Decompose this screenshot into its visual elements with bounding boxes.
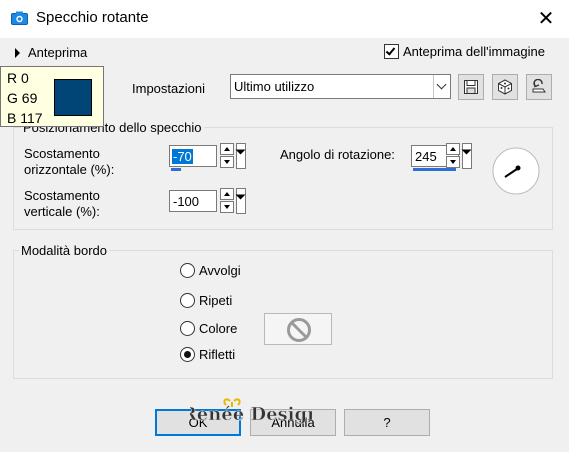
disabled-icon bbox=[287, 318, 311, 342]
red-value: R 0 bbox=[7, 70, 29, 86]
camera-icon bbox=[11, 11, 28, 25]
reset-button[interactable] bbox=[526, 74, 552, 100]
decrement-button[interactable] bbox=[220, 201, 234, 213]
preset-value: Ultimo utilizzo bbox=[234, 79, 315, 94]
radio-label-color: Colore bbox=[199, 321, 238, 336]
v-offset-slider-button[interactable] bbox=[235, 188, 246, 214]
increment-button[interactable] bbox=[220, 188, 234, 200]
image-preview-checkbox[interactable]: Anteprima dell'immagine bbox=[384, 43, 564, 61]
expand-arrow-icon bbox=[15, 48, 20, 58]
radio-repeat[interactable]: Ripeti bbox=[180, 292, 260, 310]
save-icon bbox=[464, 80, 478, 94]
radio-wrap[interactable]: Avvolgi bbox=[180, 262, 260, 280]
radio-label-reflect: Rifletti bbox=[199, 347, 236, 362]
checkmark-icon bbox=[385, 45, 396, 56]
h-offset-slider-button[interactable] bbox=[235, 143, 246, 169]
watermark-text: Renée Design bbox=[190, 404, 312, 425]
radio-button[interactable] bbox=[180, 293, 195, 308]
v-offset-label-line2: verticale (%): bbox=[24, 204, 100, 219]
settings-label: Impostazioni bbox=[132, 81, 205, 96]
preset-select[interactable]: Ultimo utilizzo bbox=[230, 74, 451, 99]
rotation-slider-button[interactable] bbox=[461, 143, 472, 169]
title-bar: Specchio rotante ✕ bbox=[0, 0, 569, 38]
reset-icon bbox=[532, 79, 546, 93]
checkbox-box[interactable] bbox=[384, 44, 399, 59]
rotation-value: 245 bbox=[415, 149, 437, 164]
radio-label-repeat: Ripeti bbox=[199, 293, 233, 308]
decrement-button[interactable] bbox=[220, 156, 234, 168]
h-offset-label-line1: Scostamento bbox=[24, 146, 100, 161]
preview-label: Anteprima bbox=[28, 45, 88, 60]
h-offset-input[interactable]: -70 bbox=[169, 145, 217, 167]
color-tooltip: R 0 G 69 B 117 bbox=[0, 66, 104, 127]
close-button[interactable]: ✕ bbox=[532, 6, 560, 32]
window-title: Specchio rotante bbox=[36, 9, 149, 26]
radio-label-wrap: Avvolgi bbox=[199, 263, 241, 278]
help-button[interactable]: ? bbox=[344, 409, 430, 436]
rotation-spinner[interactable] bbox=[446, 143, 463, 169]
rotation-label: Angolo di rotazione: bbox=[280, 147, 395, 162]
preview-toggle[interactable]: Anteprima bbox=[15, 45, 125, 63]
increment-button[interactable] bbox=[220, 143, 234, 155]
chevron-down-icon[interactable] bbox=[433, 75, 450, 98]
border-color-well[interactable] bbox=[264, 313, 332, 345]
h-offset-bar bbox=[171, 168, 181, 171]
h-offset-label-line2: orizzontale (%): bbox=[24, 162, 115, 177]
radio-button[interactable] bbox=[180, 347, 195, 362]
radio-button[interactable] bbox=[180, 263, 195, 278]
color-swatch bbox=[54, 79, 92, 116]
v-offset-label-line1: Scostamento bbox=[24, 188, 100, 203]
watermark-logo: Renée Design bbox=[190, 398, 312, 425]
v-offset-spinner[interactable] bbox=[220, 188, 237, 214]
close-icon: ✕ bbox=[537, 8, 555, 30]
increment-button[interactable] bbox=[446, 143, 460, 155]
radio-button[interactable] bbox=[180, 321, 195, 336]
h-offset-value: -70 bbox=[172, 149, 193, 164]
radio-color[interactable]: Colore bbox=[180, 320, 260, 338]
image-preview-label: Anteprima dell'immagine bbox=[403, 44, 545, 59]
green-value: G 69 bbox=[7, 90, 38, 106]
v-offset-value: -100 bbox=[173, 194, 200, 209]
decrement-button[interactable] bbox=[446, 156, 460, 168]
radio-reflect[interactable]: Rifletti bbox=[180, 346, 260, 364]
rotation-dial[interactable] bbox=[490, 147, 542, 195]
blue-value: B 117 bbox=[7, 110, 43, 126]
radio-selected-dot bbox=[184, 351, 191, 358]
dice-icon bbox=[498, 79, 512, 95]
randomize-button[interactable] bbox=[492, 74, 518, 100]
v-offset-input[interactable]: -100 bbox=[169, 190, 217, 212]
save-preset-button[interactable] bbox=[458, 74, 484, 100]
h-offset-spinner[interactable] bbox=[220, 143, 237, 169]
border-group-title: Modalità bordo bbox=[19, 243, 109, 258]
